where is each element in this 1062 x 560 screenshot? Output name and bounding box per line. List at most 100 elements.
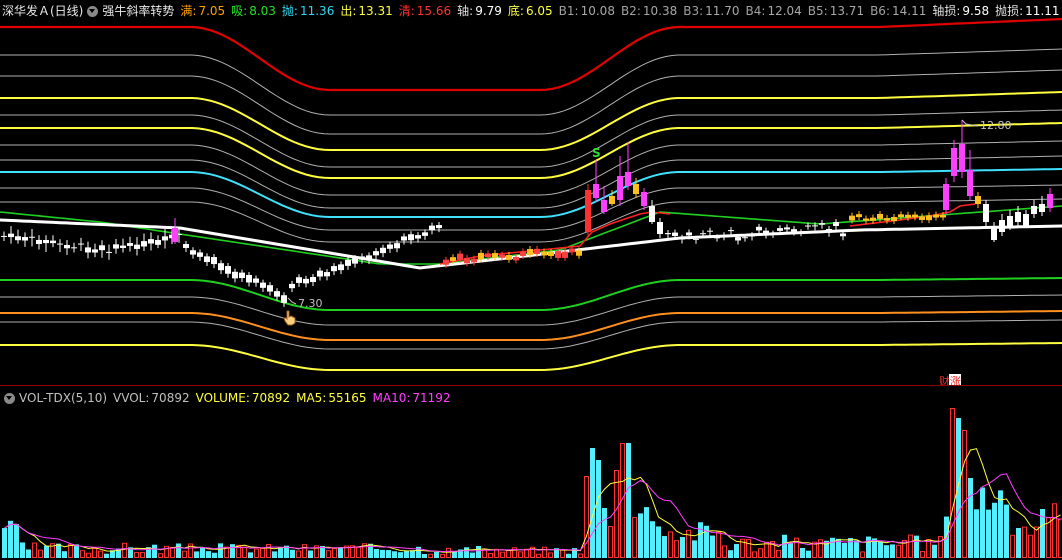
- candle-body: [211, 257, 217, 265]
- candle-body: [700, 233, 706, 235]
- candle-body: [555, 251, 561, 258]
- volume-bar: [758, 548, 763, 559]
- indicator-value-4: 15.66: [416, 4, 452, 18]
- candle-body: [492, 253, 498, 258]
- price-candle: [422, 229, 428, 240]
- candle-body: [317, 270, 323, 277]
- candle-body: [99, 245, 105, 251]
- candle-body: [805, 225, 811, 227]
- volume-bar: [968, 478, 973, 558]
- price-candle: [983, 200, 989, 226]
- indicator-value-0: 7.05: [198, 4, 226, 18]
- volume-bar: [278, 546, 283, 558]
- candle-body: [798, 232, 804, 234]
- volume-bar: [38, 549, 43, 558]
- volume-bar: [158, 553, 163, 558]
- price-candle: [246, 271, 252, 287]
- b6-band-line: [0, 48, 1062, 116]
- indicator-value-11: 13.71: [829, 4, 865, 18]
- candle-body: [1039, 204, 1045, 212]
- candle-body: [113, 244, 119, 249]
- candle-body: [43, 239, 49, 244]
- price-candle: [338, 261, 344, 275]
- price-candle: [1031, 200, 1037, 218]
- volume-dropdown-icon[interactable]: [4, 392, 15, 404]
- indicator-dropdown-icon[interactable]: [87, 5, 99, 17]
- candle-body: [172, 228, 178, 242]
- candle-body: [791, 229, 797, 232]
- candle-body: [919, 216, 925, 220]
- volume-bar: [674, 540, 679, 558]
- indicator-label-0: 满:: [180, 4, 197, 18]
- volume-bar: [20, 542, 25, 558]
- volume-bar: [920, 550, 925, 558]
- price-candle: [274, 288, 280, 301]
- volume-bar: [506, 549, 511, 558]
- candle-body: [232, 271, 238, 279]
- price-candle: [926, 212, 932, 224]
- volume-bar: [752, 551, 757, 559]
- b0-band-line: [0, 198, 1062, 243]
- price-candle: [71, 242, 77, 253]
- candle-body: [478, 252, 484, 260]
- price-candle: [36, 235, 42, 250]
- price-candle: [204, 253, 210, 267]
- volume-bar: [482, 549, 487, 559]
- candle-body: [912, 214, 918, 218]
- candle-body: [926, 215, 932, 221]
- badge-left-text: 财: [939, 374, 950, 385]
- candle-body: [933, 214, 939, 218]
- price-candle: [863, 215, 869, 224]
- price-candle: [99, 240, 105, 258]
- buy-band-line: [0, 277, 1062, 311]
- volume-bar: [590, 448, 595, 558]
- price-candle: [373, 248, 379, 260]
- volume-bar: [734, 544, 739, 558]
- candle-body: [940, 215, 946, 218]
- volume-bar: [104, 553, 109, 558]
- candle-body: [134, 244, 140, 249]
- price-candle: [770, 230, 776, 238]
- price-candle: [148, 232, 154, 251]
- candle-body: [527, 249, 533, 255]
- price-candle: [15, 229, 21, 244]
- candle-body: [260, 282, 266, 288]
- volume-bar: [1016, 527, 1021, 558]
- volume-bar: [212, 552, 217, 558]
- candle-body: [905, 214, 911, 218]
- price-candle: [601, 186, 607, 214]
- candle-body: [380, 247, 386, 254]
- candle-body: [707, 230, 713, 232]
- candle-body: [1015, 212, 1021, 222]
- candle-body: [641, 192, 647, 206]
- indicator-label-2: 抛:: [281, 4, 298, 18]
- volume-bar: [8, 520, 13, 558]
- volume-bar: [1022, 526, 1027, 559]
- candle-body: [870, 217, 876, 221]
- candle-body: [471, 258, 477, 263]
- volume-bar: [956, 418, 961, 558]
- stock-name[interactable]: 深华发Ａ(日线): [2, 0, 83, 22]
- main-chart-header: 深华发Ａ(日线) 强牛斜率转势 满: 7.05 吸: 8.03 抛: 11.36 出: 13.…: [0, 0, 1062, 22]
- volume-indicator-name[interactable]: VOL-TDX(5,10): [19, 387, 107, 409]
- volume-bar: [446, 547, 451, 558]
- indicator-name[interactable]: 强牛斜率转势: [102, 0, 174, 22]
- candle-body: [281, 295, 287, 303]
- candle-body: [303, 278, 309, 284]
- candle-body: [721, 235, 727, 237]
- volume-chart[interactable]: [0, 386, 1062, 560]
- ma5-volume-line: [4, 448, 1061, 553]
- price-candle: [919, 213, 925, 223]
- candle-body: [991, 228, 997, 240]
- indicator-label-3: 出:: [340, 4, 357, 18]
- volume-bar: [896, 544, 901, 558]
- volume-bar: [218, 543, 223, 558]
- volume-label-1: VOLUME:: [195, 391, 250, 405]
- price-candle: [763, 227, 769, 239]
- price-candle: [826, 226, 832, 237]
- volume-bar: [1034, 526, 1039, 558]
- price-candle: [8, 226, 14, 244]
- candle-body: [443, 259, 449, 265]
- price-chart[interactable]: 12.80 7.30 S 财涨: [0, 0, 1062, 385]
- price-candle: [22, 232, 28, 247]
